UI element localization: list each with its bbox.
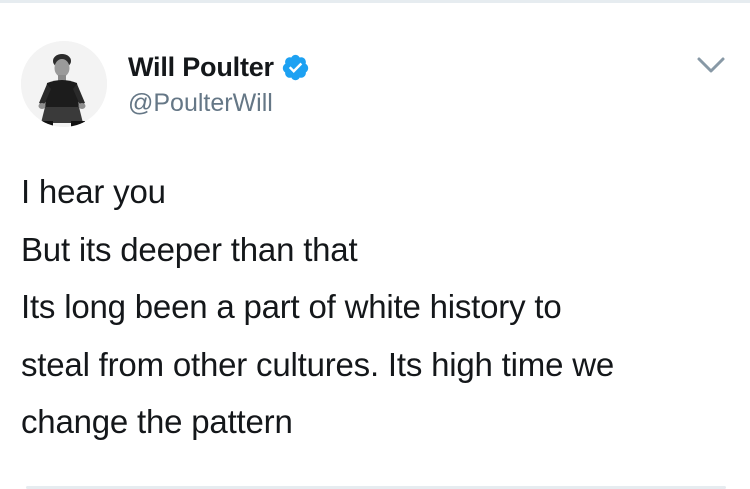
tweet-text-line: But its deeper than that [21,230,358,268]
chevron-down-icon[interactable] [693,50,729,80]
tweet-text: I hear you But its deeper than that Its … [21,163,736,451]
tweet-text-line: change the pattern [21,403,293,440]
verified-badge-icon [281,53,310,82]
author-name-row[interactable]: Will Poulter [128,50,310,84]
tweet-text-line: steal from other cultures. Its high time… [21,345,614,383]
display-name[interactable]: Will Poulter [128,52,274,83]
tweet-text-line: I hear you [21,173,166,210]
author-handle[interactable]: @PoulterWill [128,89,273,118]
avatar[interactable] [21,41,107,127]
profile-photo-icon [21,41,107,127]
tweet-card: Will Poulter @PoulterWill I hear you But… [0,0,750,489]
tweet-text-line: Its long been a part of white history to [21,288,562,325]
